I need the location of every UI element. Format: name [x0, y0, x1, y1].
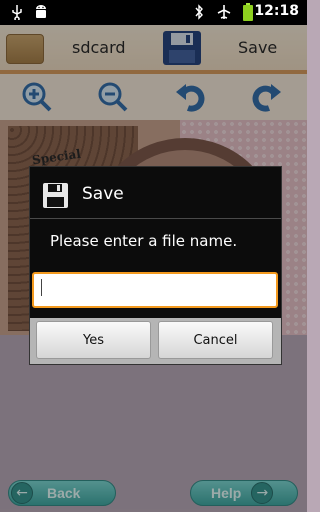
dialog-title: Save — [82, 184, 124, 204]
file-name-input[interactable] — [32, 272, 278, 308]
bluetooth-icon — [193, 3, 205, 21]
floppy-disk-icon — [42, 182, 69, 209]
status-time: 12:18 — [254, 3, 299, 19]
android-icon — [33, 3, 49, 21]
status-bar: 12:18 — [0, 0, 307, 25]
dialog-message: Please enter a file name. — [50, 232, 238, 250]
cancel-button[interactable]: Cancel — [158, 321, 273, 359]
battery-icon — [242, 3, 254, 21]
airplane-mode-icon — [216, 3, 232, 21]
yes-button[interactable]: Yes — [36, 321, 151, 359]
usb-icon — [10, 3, 24, 21]
dialog-title-divider — [30, 218, 281, 219]
save-dialog: Save Please enter a file name. Yes Cance… — [29, 166, 282, 365]
text-caret — [41, 279, 42, 296]
